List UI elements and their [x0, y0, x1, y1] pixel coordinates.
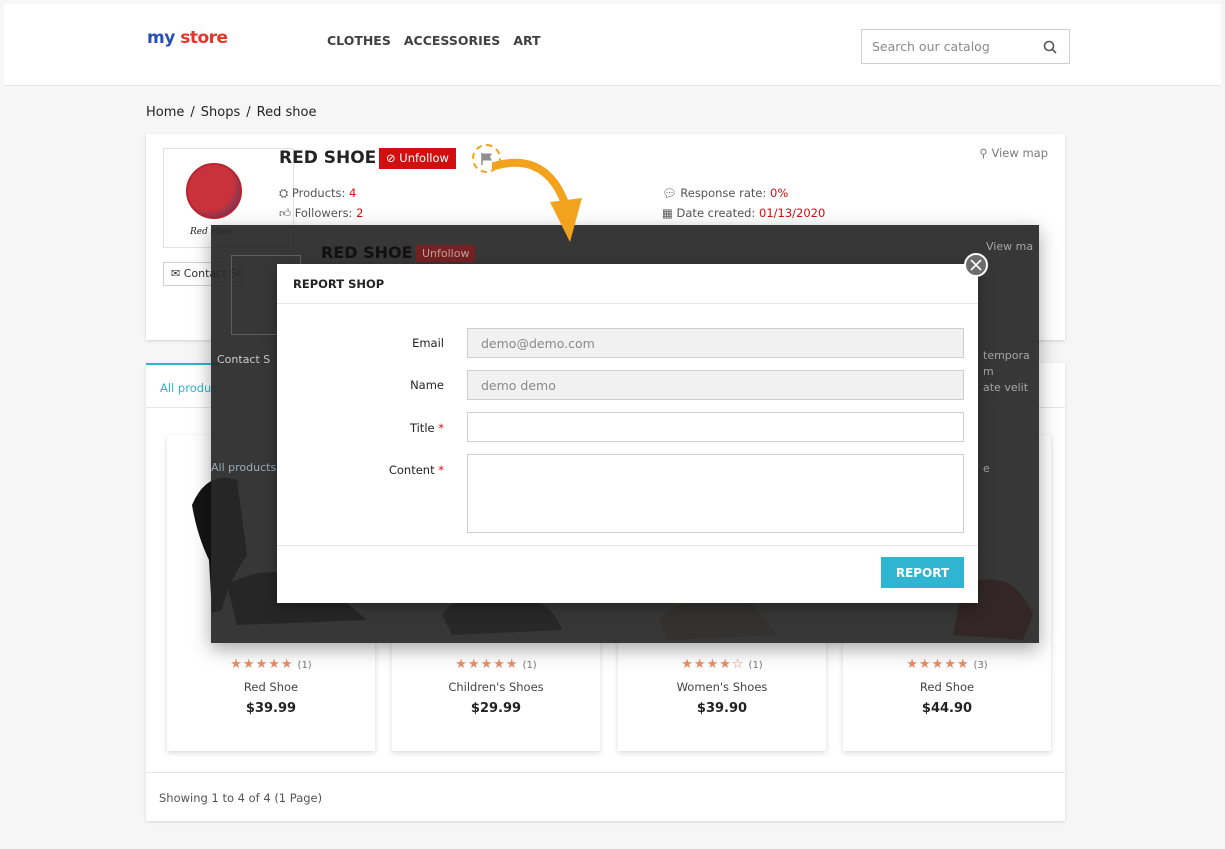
shop-title: RED SHOE — [279, 148, 377, 168]
name-label: Name — [410, 378, 444, 392]
ghost-side-text: e — [983, 462, 990, 475]
pagination-divider — [146, 772, 1065, 773]
modal-title: REPORT SHOP — [293, 277, 385, 291]
title-field[interactable] — [467, 412, 964, 442]
shop-logo — [186, 163, 242, 219]
product-name[interactable]: Children's Shoes — [392, 680, 600, 694]
thumbs-up-icon: 👍︎ — [279, 206, 292, 220]
email-label: Email — [412, 336, 444, 350]
report-button[interactable]: REPORT — [881, 557, 964, 588]
breadcrumb-shops[interactable]: Shops — [201, 105, 240, 120]
ghost-side-text: tempora — [983, 349, 1030, 362]
unfollow-button[interactable]: ⊘ Unfollow — [379, 148, 456, 169]
product-name[interactable]: Red Shoe — [843, 680, 1051, 694]
stat-products: ⛭ Products: 4 — [279, 186, 357, 200]
breadcrumb-current: Red shoe — [256, 105, 317, 120]
product-price: $44.90 — [921, 701, 973, 716]
breadcrumb-home[interactable]: Home — [146, 105, 184, 120]
stat-response-rate: 💬︎ Response rate: 0% — [662, 186, 789, 200]
modal-close-button[interactable] — [964, 253, 988, 277]
name-field[interactable] — [467, 370, 964, 400]
view-map-link[interactable]: ⚲ View map — [979, 146, 1048, 160]
product-rating: ★★★★★ (1) — [455, 657, 537, 672]
modal-header: REPORT SHOP — [277, 264, 978, 304]
ban-icon: ⊘ — [386, 151, 396, 165]
report-shop-modal: REPORT SHOP Email Name Title * Content *… — [277, 264, 978, 603]
products-icon: ⛭ — [279, 186, 289, 200]
content-field[interactable] — [467, 454, 964, 533]
product-rating: ★★★★☆ (1) — [681, 657, 763, 672]
modal-footer-divider — [277, 545, 978, 546]
close-icon — [970, 259, 982, 271]
ghost-unfollow: Unfollow — [416, 245, 476, 262]
product-price: $29.99 — [470, 701, 522, 716]
product-rating: ★★★★★ (1) — [230, 657, 312, 672]
pointer-arrow-icon — [492, 158, 582, 242]
content-label: Content * — [388, 463, 444, 477]
email-field[interactable] — [467, 328, 964, 358]
product-rating: ★★★★★ (3) — [906, 657, 988, 672]
stat-date-created: ▦ Date created: 01/13/2020 — [662, 206, 826, 220]
nav-item-art[interactable]: ART — [513, 33, 540, 48]
search-input[interactable] — [862, 30, 1032, 63]
ghost-shop-title: RED SHOE — [321, 243, 413, 262]
search-icon[interactable] — [1043, 40, 1057, 54]
nav-item-accessories[interactable]: ACCESSORIES — [404, 33, 500, 48]
main-nav: CLOTHES ACCESSORIES ART — [327, 33, 541, 48]
product-price: $39.90 — [696, 701, 748, 716]
product-name[interactable]: Red Shoe — [167, 680, 375, 694]
product-name[interactable]: Women's Shoes — [618, 680, 826, 694]
comment-icon: 💬︎ — [662, 186, 677, 200]
calendar-icon: ▦ — [662, 206, 673, 220]
search-box — [861, 29, 1070, 64]
ghost-side-text: ate velit — [983, 381, 1029, 394]
ghost-side-text: m — [983, 365, 994, 378]
tab-all-products[interactable]: All produc — [146, 363, 221, 407]
product-price: $39.99 — [245, 701, 297, 716]
store-logo[interactable]: my store — [147, 28, 228, 48]
nav-item-clothes[interactable]: CLOTHES — [327, 33, 391, 48]
ghost-contact: Contact S — [217, 353, 271, 366]
site-header: my store CLOTHES ACCESSORIES ART — [4, 4, 1221, 86]
stat-followers: 👍︎ Followers: 2 — [279, 206, 364, 220]
pagination-summary: Showing 1 to 4 of 4 (1 Page) — [159, 791, 323, 805]
title-label: Title * — [409, 421, 444, 435]
ghost-view-map: View ma — [986, 240, 1034, 253]
envelope-icon: ✉ — [171, 267, 181, 280]
map-marker-icon: ⚲ — [979, 146, 988, 160]
breadcrumb: Home / Shops / Red shoe — [146, 105, 317, 120]
ghost-tab: All products ( — [211, 461, 284, 474]
